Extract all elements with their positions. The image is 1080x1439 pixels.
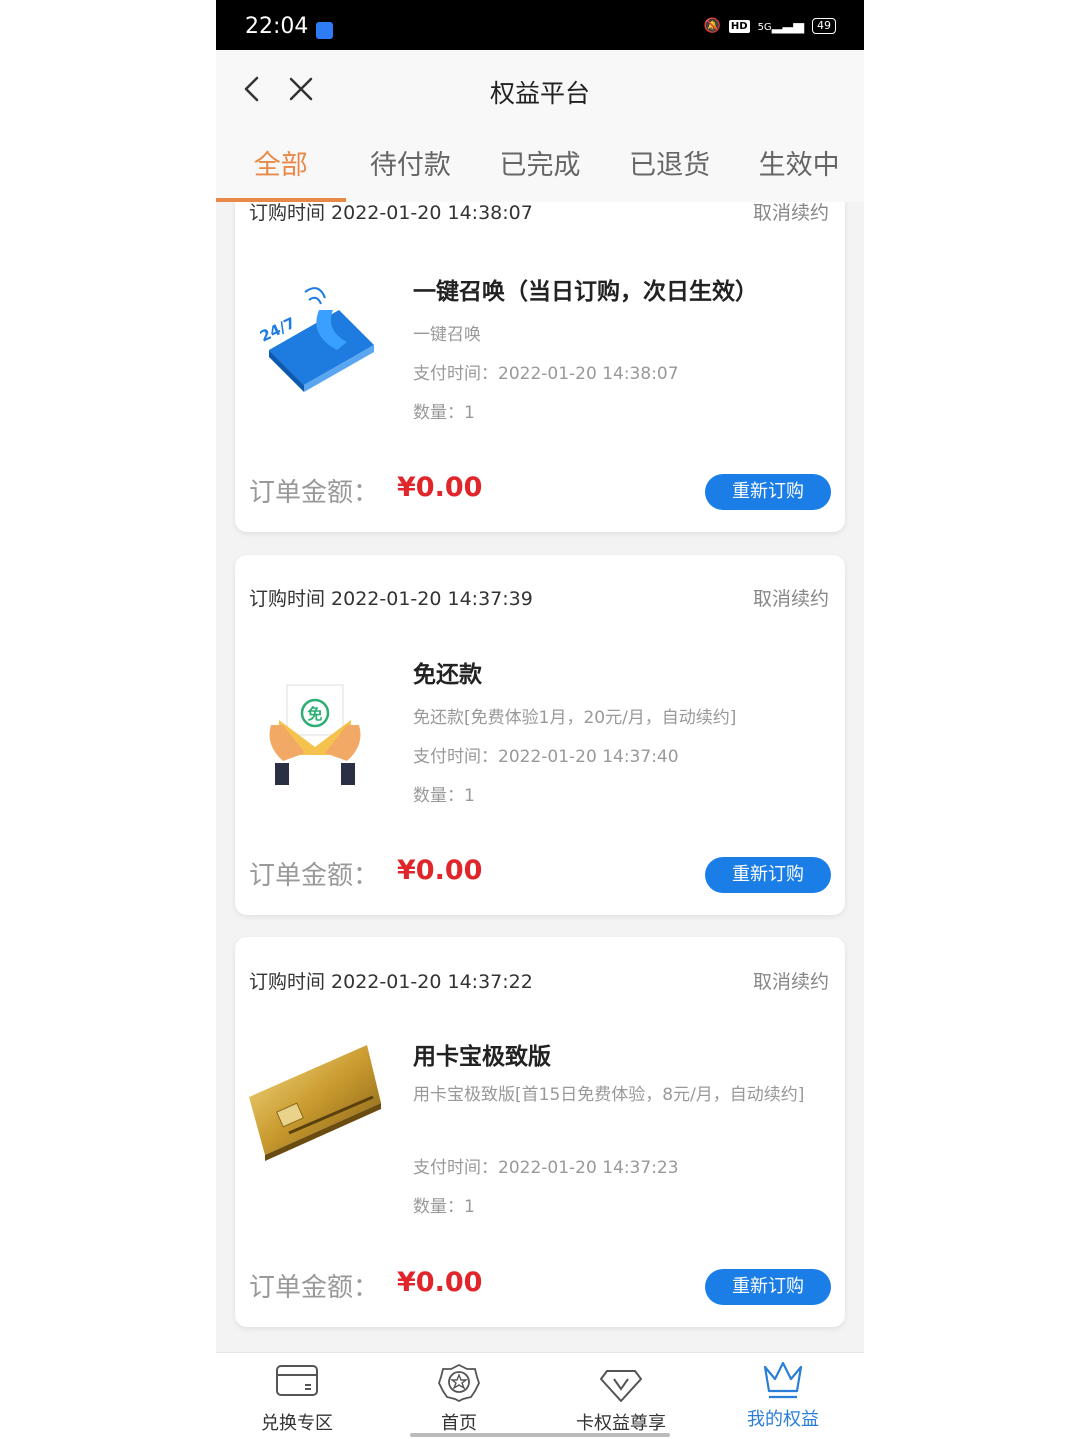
product-description: 免还款[免费体验1月，20元/月，自动续约]	[413, 708, 737, 728]
battery-icon: 49	[812, 18, 836, 34]
order-time: 订购时间 2022-01-20 14:37:22	[249, 971, 533, 993]
order-time: 订购时间 2022-01-20 14:38:07	[249, 202, 533, 224]
hd-icon: HD	[728, 19, 750, 33]
order-time: 订购时间 2022-01-20 14:37:39	[249, 588, 533, 610]
nav-label: 首页	[441, 1413, 477, 1434]
nav-my-benefits[interactable]: 我的权益	[702, 1353, 864, 1439]
nav-header: 权益平台	[216, 50, 864, 130]
status-time: 22:04	[245, 14, 309, 39]
pay-time: 支付时间：2022-01-20 14:37:23	[413, 1158, 679, 1178]
badge-star-icon	[438, 1363, 480, 1403]
nav-label: 我的权益	[747, 1409, 819, 1430]
free-badge-text: 免	[307, 705, 322, 723]
product-description: 用卡宝极致版[首15日免费体验，8元/月，自动续约]	[413, 1085, 805, 1105]
tab-active[interactable]: 生效中	[734, 130, 864, 202]
phone-24-7-icon: 24/7	[257, 287, 374, 392]
status-icons: 🔕 HD 5G▂▃▅ 49	[703, 18, 836, 34]
home-indicator[interactable]	[410, 1433, 670, 1437]
network-type: 5G	[757, 22, 772, 33]
page-title: 权益平台	[489, 79, 590, 108]
envelope-hands-icon: 免	[269, 684, 361, 785]
product-title: 一键召唤（当日订购，次日生效）	[413, 279, 758, 305]
nav-card-benefits[interactable]: 卡权益尊享	[540, 1353, 702, 1439]
nav-home[interactable]: 首页	[378, 1353, 540, 1439]
cancel-renewal-link[interactable]: 取消续约	[753, 202, 829, 225]
cancel-renewal-link[interactable]: 取消续约	[753, 967, 829, 994]
order-list[interactable]: 订购时间 2022-01-20 14:38:07 取消续约 24/7 一键召唤（…	[216, 202, 864, 1352]
notification-app-icon	[316, 22, 333, 39]
amount-label: 订单金额：	[249, 478, 380, 508]
amount-label: 订单金额：	[249, 1273, 380, 1303]
cancel-renewal-link[interactable]: 取消续约	[753, 584, 829, 611]
reorder-button[interactable]: 重新订购	[705, 474, 831, 510]
order-tabs: 全部 待付款 已完成 已退货 生效中	[216, 130, 864, 202]
order-amount: ¥0.00	[397, 855, 483, 886]
product-title: 免还款	[413, 662, 482, 688]
nav-label: 卡权益尊享	[576, 1413, 666, 1434]
product-description: 一键召唤	[413, 325, 481, 345]
diamond-v-icon	[600, 1370, 642, 1402]
bottom-nav: 兑换专区 首页 卡权益尊享 我的权益	[216, 1352, 864, 1439]
order-card: 订购时间 2022-01-20 14:37:39 取消续约 免 免还款 免还款[…	[235, 555, 845, 915]
tab-pending-payment[interactable]: 待付款	[346, 130, 476, 202]
tab-completed[interactable]: 已完成	[475, 130, 605, 202]
tab-returned[interactable]: 已退货	[605, 130, 735, 202]
tab-all[interactable]: 全部	[216, 130, 346, 202]
pay-time: 支付时间：2022-01-20 14:37:40	[413, 747, 679, 767]
reorder-button[interactable]: 重新订购	[705, 857, 831, 893]
mute-icon: 🔕	[703, 18, 721, 34]
order-amount: ¥0.00	[397, 1267, 483, 1298]
order-amount: ¥0.00	[397, 472, 483, 503]
pay-time: 支付时间：2022-01-20 14:38:07	[413, 364, 679, 384]
order-card: 订购时间 2022-01-20 14:38:07 取消续约 24/7 一键召唤（…	[235, 202, 845, 532]
reorder-button[interactable]: 重新订购	[705, 1269, 831, 1305]
crown-icon	[763, 1361, 803, 1399]
quantity: 数量：1	[413, 403, 475, 423]
nav-exchange-zone[interactable]: 兑换专区	[216, 1353, 378, 1439]
order-card: 订购时间 2022-01-20 14:37:22 取消续约 用卡宝极致版 用卡宝…	[235, 937, 845, 1327]
quantity: 数量：1	[413, 1197, 475, 1217]
card-icon	[276, 1365, 318, 1396]
signal-icon: 5G▂▃▅	[757, 18, 804, 34]
nav-label: 兑换专区	[261, 1413, 333, 1434]
phone-screen: 22:04 🔕 HD 5G▂▃▅ 49 权益平台 全部 待付款 已完成 已退货 …	[216, 0, 864, 1439]
product-title: 用卡宝极致版	[413, 1044, 551, 1070]
status-bar: 22:04 🔕 HD 5G▂▃▅ 49	[216, 0, 864, 50]
gold-card-icon	[249, 1045, 381, 1161]
quantity: 数量：1	[413, 786, 475, 806]
amount-label: 订单金额：	[249, 861, 380, 891]
